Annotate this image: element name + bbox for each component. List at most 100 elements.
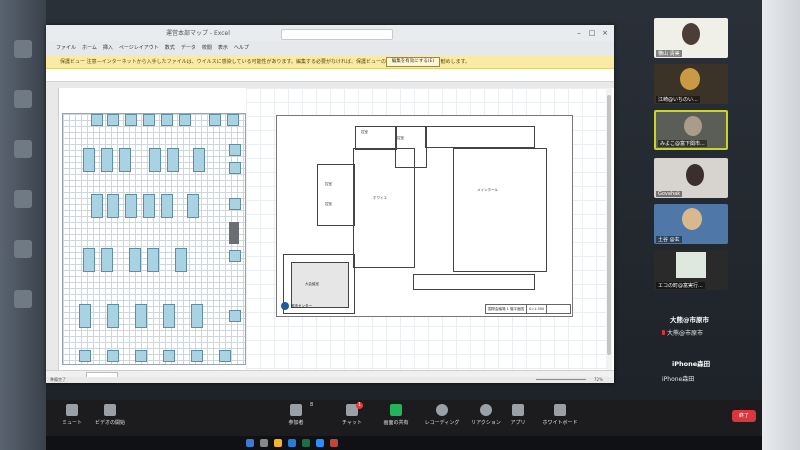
- participant-tile[interactable]: 横山 清美: [654, 18, 728, 58]
- participant-name: みよこ@富下関市...: [658, 140, 707, 147]
- participant-tile[interactable]: Govahak: [654, 158, 728, 198]
- share-screen-button[interactable]: 画面の共有: [376, 404, 416, 426]
- participant-name: 大熊@市原市: [667, 330, 704, 337]
- desktop-shortcut-icon[interactable]: [14, 140, 32, 158]
- participant-video: [682, 23, 700, 45]
- window-title: 運営本部マップ - Excel: [166, 30, 230, 37]
- booth-cell: [229, 198, 241, 210]
- desktop-shortcut-icon[interactable]: [14, 40, 32, 58]
- booth-cell: [135, 304, 147, 328]
- whiteboard-button[interactable]: ホワイトボード: [540, 404, 580, 426]
- participant-tile[interactable]: エコの町@富実行...: [654, 250, 728, 290]
- plan-room: [413, 274, 535, 290]
- chat-button[interactable]: チャット: [332, 404, 372, 426]
- menu-view[interactable]: 表示: [218, 41, 228, 55]
- participant-name: 土谷 @玄: [656, 236, 682, 243]
- participant-name-only[interactable]: 大熊@市原市: [670, 314, 709, 324]
- chat-label: チャット: [342, 420, 362, 426]
- participant-tile[interactable]: 江崎@いちのい...: [654, 64, 728, 104]
- minimize-icon[interactable]: –: [574, 28, 584, 38]
- mic-muted-icon: [662, 330, 665, 335]
- menu-help[interactable]: ヘルプ: [234, 41, 249, 55]
- booth-cell: [229, 310, 241, 322]
- menu-file[interactable]: ファイル: [56, 41, 76, 55]
- participant-name-only[interactable]: iPhone森田: [662, 374, 694, 383]
- zoom-icon[interactable]: [316, 439, 324, 447]
- participant-tile[interactable]: 土谷 @玄: [654, 204, 728, 244]
- mute-button[interactable]: ミュート: [52, 404, 92, 426]
- maximize-icon[interactable]: □: [587, 28, 597, 38]
- zoom-slider[interactable]: [536, 379, 586, 380]
- participant-name: 江崎@いちのい...: [656, 96, 700, 103]
- booth-cell: [179, 114, 191, 126]
- formula-bar[interactable]: [46, 69, 614, 82]
- desktop-shortcut-icon[interactable]: [14, 240, 32, 258]
- status-bar: 準備完了 72%: [46, 377, 614, 383]
- start-video-button[interactable]: ビデオの開始: [90, 404, 130, 426]
- menu-insert[interactable]: 挿入: [103, 41, 113, 55]
- booth-cell: [149, 148, 161, 172]
- participants-label: 参加者: [288, 420, 304, 426]
- booth-cell: [135, 350, 147, 362]
- menu-home[interactable]: ホーム: [82, 41, 97, 55]
- booth-cell: [229, 250, 241, 262]
- participant-name: 横山 清美: [656, 50, 682, 57]
- room-label: 控室: [397, 136, 404, 140]
- mute-label: ミュート: [61, 420, 82, 426]
- participant-tile-active-speaker[interactable]: みよこ@富下関市...: [654, 110, 728, 150]
- plan-room: [425, 126, 535, 148]
- room-label: メインホール: [477, 188, 498, 192]
- participant-name-muted[interactable]: 大熊@市原市: [662, 328, 703, 337]
- search-input[interactable]: [281, 29, 393, 40]
- close-icon[interactable]: ×: [600, 28, 610, 38]
- participant-video: [686, 164, 704, 186]
- background-window[interactable]: [762, 0, 800, 450]
- participant-video: [682, 208, 702, 230]
- zoom-level[interactable]: 72%: [594, 377, 603, 382]
- enable-editing-button[interactable]: 編集を有効にする(E): [386, 57, 440, 67]
- menu-review[interactable]: 校閲: [202, 41, 212, 55]
- scrollbar-thumb[interactable]: [607, 95, 611, 355]
- menu-data[interactable]: データ: [181, 41, 196, 55]
- row-header[interactable]: [46, 88, 59, 370]
- booth-cell: [193, 148, 205, 172]
- booth-cell: [107, 350, 119, 362]
- protected-view-bar: 保護ビュー 注意—インターネットから入手したファイルは、ウイルスに感染している可…: [46, 55, 614, 69]
- booth-cell: [167, 148, 179, 172]
- participant-count: 8: [310, 402, 314, 408]
- start-icon[interactable]: [246, 439, 254, 447]
- app-icon[interactable]: [330, 439, 338, 447]
- booth-cell: [79, 304, 91, 328]
- booth-cell: [125, 114, 137, 126]
- menu-formulas[interactable]: 数式: [165, 41, 175, 55]
- desktop-shortcut-icon[interactable]: [14, 90, 32, 108]
- explorer-icon[interactable]: [274, 439, 282, 447]
- logo-text: 都市センター: [291, 304, 312, 308]
- end-meeting-button[interactable]: 終了: [732, 410, 756, 422]
- reaction-icon: [480, 404, 492, 416]
- booth-cell: [209, 114, 221, 126]
- apps-button[interactable]: アプリ: [498, 404, 538, 426]
- participant-name: エコの町@富実行...: [656, 282, 705, 289]
- participant-panel: 横山 清美 江崎@いちのい... みよこ@富下関市... Govahak 土谷 …: [640, 18, 760, 408]
- plan-room: [453, 148, 547, 272]
- plan-caption: 国際会議場 1 階平面図 S=1:300: [485, 304, 571, 314]
- booth-cell: [129, 248, 141, 272]
- search-icon[interactable]: [260, 439, 268, 447]
- floor-plan-image[interactable]: 控室 控室 ホワイエ メインホール 控室 控室 大会議室 都市センター 国際会議…: [276, 115, 573, 317]
- record-button[interactable]: レコーディング: [422, 404, 462, 426]
- menu-page-layout[interactable]: ページレイアウト: [119, 41, 159, 55]
- excel-icon[interactable]: [302, 439, 310, 447]
- plan-scale: S=1:300: [527, 305, 548, 313]
- booth-cell: [143, 194, 155, 218]
- desktop-shortcut-icon[interactable]: [14, 290, 32, 308]
- browser-icon[interactable]: [288, 439, 296, 447]
- participant-name-only[interactable]: iPhone森田: [672, 358, 710, 368]
- video-icon: [104, 404, 116, 416]
- booth-cell: [175, 248, 187, 272]
- booth-layout-grid[interactable]: [62, 113, 246, 365]
- booth-cell: [91, 114, 103, 126]
- plan-room: [317, 164, 355, 226]
- desktop-shortcut-icon[interactable]: [14, 190, 32, 208]
- apps-icon: [512, 404, 524, 416]
